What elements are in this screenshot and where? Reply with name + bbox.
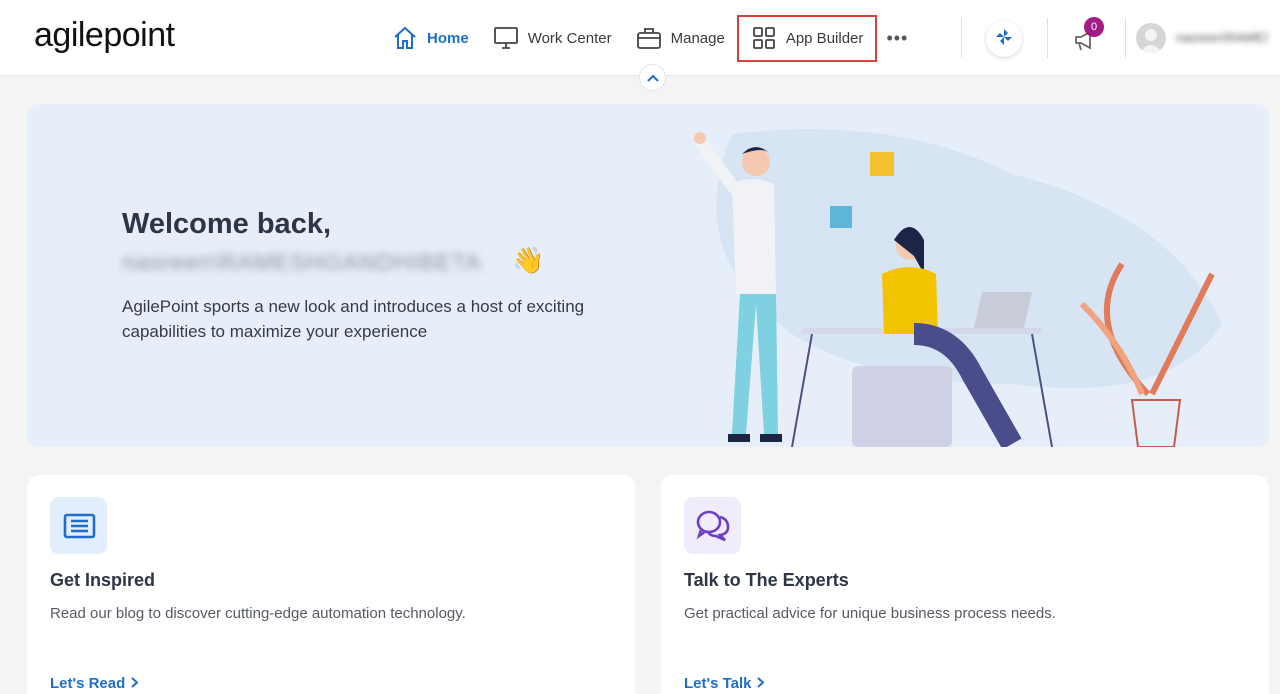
notification-badge: 0 [1084,17,1104,37]
card-description: Get practical advice for unique business… [684,605,1056,622]
header-divider [1047,18,1048,58]
nav-home-label: Home [427,29,469,47]
newspaper-icon [50,497,107,554]
chevron-right-icon [131,675,139,692]
lets-read-link[interactable]: Let's Read [50,675,139,692]
welcome-illustration [694,129,1222,447]
nav-work-center[interactable]: Work Center [481,15,624,61]
header-divider [961,18,962,58]
talk-to-experts-card: Talk to The Experts Get practical advice… [661,475,1269,694]
monitor-icon [493,25,519,51]
link-label: Let's Read [50,675,126,692]
nav-home[interactable]: Home [380,15,481,61]
welcome-banner: Welcome back, nasreen\RAMESHGANDHIBETA 👋… [27,104,1269,447]
welcome-heading: Welcome back, [122,208,332,240]
waving-hand-emoji: 👋 [512,245,545,275]
home-icon [392,25,418,51]
briefcase-icon [636,25,662,51]
more-menu-button[interactable]: ••• [877,15,917,61]
nav-work-center-label: Work Center [527,29,612,47]
header-divider [1125,18,1126,58]
agilepoint-logo[interactable]: agilepoint [34,16,175,55]
app-launcher-button[interactable] [986,21,1022,57]
nav-manage-label: Manage [670,29,725,47]
collapse-header-button[interactable] [639,64,666,91]
get-inspired-card: Get Inspired Read our blog to discover c… [27,475,635,694]
nav-manage[interactable]: Manage [624,15,737,61]
chevron-right-icon [757,675,765,692]
nav-app-builder[interactable]: App Builder [736,14,878,62]
megaphone-icon [1072,30,1100,58]
card-description: Read our blog to discover cutting-edge a… [50,605,466,622]
main-nav: Home Work Center Manage App Builder ••• [380,14,917,62]
chevron-up-icon [646,69,659,87]
chat-bubbles-icon [684,497,741,554]
welcome-intro-text: AgilePoint sports a new look and introdu… [122,297,585,341]
welcome-user-name: nasreen\RAMESHGANDHIBETA [122,249,482,275]
top-header: agilepoint Home Work Center Manage App B… [0,0,1280,76]
user-name[interactable]: nasreen\RAMESHGANDH... [1176,30,1268,45]
link-label: Let's Talk [684,675,752,692]
card-title: Talk to The Experts [684,570,849,590]
avatar[interactable] [1136,23,1166,53]
pinwheel-icon [994,27,1014,52]
grid-icon [751,25,777,51]
card-title: Get Inspired [50,570,156,590]
nav-app-builder-label: App Builder [785,29,864,47]
lets-talk-link[interactable]: Let's Talk [684,675,765,692]
